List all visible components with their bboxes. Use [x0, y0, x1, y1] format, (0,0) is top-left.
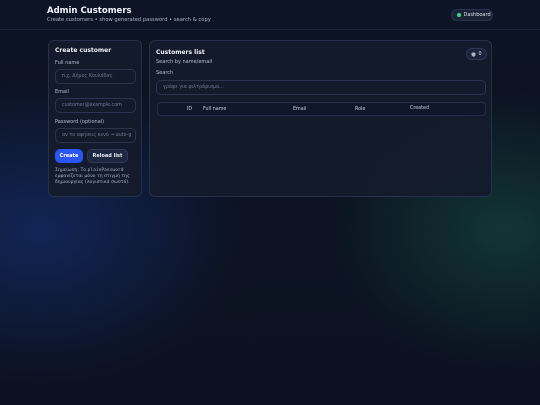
column-header-created: Created [410, 106, 429, 111]
email-field[interactable]: customer@example.com [55, 98, 136, 113]
note-code: plainPassword [87, 168, 124, 173]
create-button[interactable]: Create [55, 149, 83, 163]
column-header-id: ID [187, 107, 193, 112]
dashboard-button-label: Dashboard [463, 12, 491, 18]
column-header-full-name: Full name [203, 107, 227, 112]
customer-count: 0 [478, 51, 482, 57]
password-placeholder: αν το αφήσεις κενό → auto-g [62, 133, 132, 138]
create-customer-title: Create customer [55, 47, 112, 54]
dashboard-button[interactable]: Dashboard [451, 9, 493, 21]
password-note: Σημείωση: Το plainPassword εμφανίζεται μ… [55, 168, 139, 187]
note-suffix: εμφανίζεται μόνο τη στιγμή της δημιουργί… [55, 174, 130, 186]
status-dot-icon [457, 13, 461, 17]
full-name-placeholder: π.χ. Δήμος Κουλάδας [62, 74, 113, 79]
search-input[interactable]: γράψε για φιλτράρισμα... [156, 80, 486, 95]
create-customer-card: Create customer Full name π.χ. Δήμος Κου… [48, 40, 142, 197]
customers-list-subtitle: Search by name/email [156, 59, 213, 65]
top-bar: Admin Customers Create customers • show … [0, 0, 540, 30]
password-field[interactable]: αν το αφήσεις κενό → auto-g [55, 128, 136, 143]
page-title: Admin Customers [47, 6, 132, 16]
email-label: Email [55, 89, 69, 95]
customer-count-badge: 0 [466, 48, 487, 60]
password-label: Password (optional) [55, 119, 105, 125]
search-placeholder: γράψε για φιλτράρισμα... [163, 85, 224, 90]
note-prefix: Σημείωση: Το [55, 168, 88, 173]
customers-list-title: Customers list [156, 49, 205, 56]
shield-icon [471, 51, 476, 57]
column-header-role: Role [355, 107, 366, 112]
reload-list-button[interactable]: Reload list [87, 149, 128, 163]
search-label: Search [156, 70, 174, 76]
customers-table-header: ID Full name Email Role Created [157, 102, 486, 116]
page-subtitle: Create customers • show generated passwo… [47, 17, 211, 23]
email-placeholder: customer@example.com [62, 103, 122, 108]
full-name-label: Full name [55, 60, 80, 66]
column-header-email: Email [293, 107, 307, 112]
full-name-field[interactable]: π.χ. Δήμος Κουλάδας [55, 69, 136, 84]
customers-list-card: Customers list Search by name/email 0 Se… [149, 40, 492, 197]
